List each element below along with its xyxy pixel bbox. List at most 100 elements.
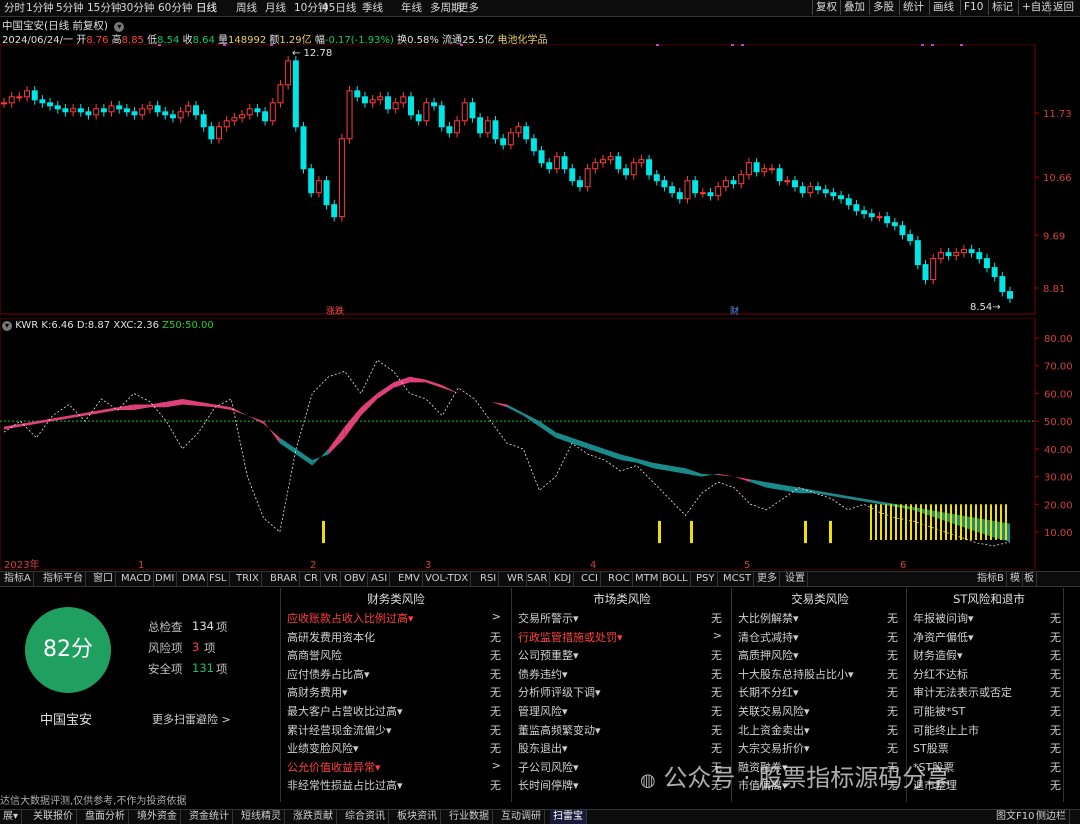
indicator-tab-24[interactable]: MCST xyxy=(721,572,755,586)
risk-item[interactable]: 交易所警示▾ xyxy=(518,610,579,626)
kwr-indicator-chart[interactable]: 80.00 70.00 60.00 50.00 40.00 30.00 20.00 10.00… xyxy=(0,318,1080,570)
indicator-tab-25[interactable]: 更多 xyxy=(755,572,780,586)
period-tab-0[interactable]: 分时 xyxy=(4,1,25,15)
period-tab-1[interactable]: 1分钟 xyxy=(26,1,54,15)
indicator-tab-right-2[interactable]: 板 xyxy=(1022,572,1037,586)
indicator-tab-26[interactable]: 设置 xyxy=(783,572,808,586)
risk-item[interactable]: 高研发费用资本化 xyxy=(287,629,375,645)
period-tab-11[interactable]: 季线 xyxy=(362,1,383,15)
indicator-tab-18[interactable]: KDJ xyxy=(552,572,575,586)
risk-item[interactable]: 分红不达标 xyxy=(913,666,968,682)
risk-item[interactable]: 分析师评级下调▾ xyxy=(518,684,601,700)
indicator-tab-20[interactable]: ROC xyxy=(606,572,633,586)
risk-item[interactable]: 子公司风险▾ xyxy=(518,759,579,775)
indicator-tab-13[interactable]: EMV xyxy=(396,572,423,586)
bottom-tab-9[interactable]: 行业数据 xyxy=(446,810,493,824)
indicator-tab-right-0[interactable]: 指标B xyxy=(975,572,1007,586)
risk-item[interactable]: 审计无法表示或否定 xyxy=(913,684,1012,700)
indicator-tab-12[interactable]: ASI xyxy=(369,572,391,586)
risk-item[interactable]: 高质押风险▾ xyxy=(738,647,799,663)
indicator-tab-2[interactable]: 窗口 xyxy=(91,572,116,586)
indicator-tab-1[interactable]: 指标平台 xyxy=(41,572,86,586)
bottom-tab-3[interactable]: 境外资金 xyxy=(134,810,181,824)
risk-item[interactable]: 董监高频繁变动▾ xyxy=(518,722,601,738)
risk-item[interactable]: 管理风险▾ xyxy=(518,703,568,719)
risk-item[interactable]: 长期不分红▾ xyxy=(738,684,799,700)
candlestick-chart[interactable]: 11.7310.669.698.81← 12.788.54→涨跌财◇ xyxy=(0,44,1080,318)
indicator-tab-7[interactable]: TRIX xyxy=(234,572,262,586)
risk-item[interactable]: ST股票 xyxy=(913,740,949,756)
indicator-tab-10[interactable]: VR xyxy=(322,572,341,586)
indicator-tab-11[interactable]: OBV xyxy=(342,572,369,586)
toolbar-right-3[interactable]: 统计 xyxy=(899,0,927,15)
indicator-tab-3[interactable]: MACD xyxy=(119,572,154,586)
indicator-tab-16[interactable]: WR xyxy=(505,572,527,586)
toolbar-right-8[interactable]: 返回 xyxy=(1049,0,1077,15)
risk-item[interactable]: 公允价值收益异常▾ xyxy=(287,759,381,775)
toolbar-right-2[interactable]: 多股 xyxy=(869,0,897,15)
risk-item[interactable]: 可能被*ST xyxy=(913,703,965,719)
risk-item[interactable]: 业绩变脸风险▾ xyxy=(287,740,359,756)
toolbar-right-4[interactable]: 画线 xyxy=(929,0,957,15)
indicator-tab-right-1[interactable]: 模 xyxy=(1008,572,1023,586)
risk-item[interactable]: 北上资金卖出▾ xyxy=(738,722,810,738)
risk-item[interactable]: 累计经营现金流偏少▾ xyxy=(287,722,392,738)
period-tab-2[interactable]: 5分钟 xyxy=(56,1,84,15)
period-tab-12[interactable]: 年线 xyxy=(401,1,422,15)
risk-item[interactable]: 年报被问询▾ xyxy=(913,610,974,626)
risk-item[interactable]: 股东退出▾ xyxy=(518,740,568,756)
period-tab-14[interactable]: 更多 xyxy=(458,1,479,15)
bottom-right-0[interactable]: 图文F10 xyxy=(993,810,1039,824)
risk-item[interactable]: 债券违约▾ xyxy=(518,666,568,682)
indicator-tab-23[interactable]: PSY xyxy=(694,572,718,586)
indicator-tab-17[interactable]: SAR xyxy=(525,572,551,586)
risk-item[interactable]: 高商誉风险 xyxy=(287,647,342,663)
bottom-tab-1[interactable]: 关联报价 xyxy=(30,810,77,824)
indicator-tab-9[interactable]: CR xyxy=(302,572,321,586)
bottom-tab-7[interactable]: 综合资讯 xyxy=(342,810,389,824)
risk-item[interactable]: 应付债券占比高▾ xyxy=(287,666,370,682)
indicator-tab-8[interactable]: BRAR xyxy=(268,572,301,586)
period-tab-13[interactable]: 多周期 xyxy=(430,1,462,15)
risk-item[interactable]: 行政监管措施或处罚▾ xyxy=(518,629,623,645)
indicator-tab-15[interactable]: RSI xyxy=(478,572,500,586)
risk-item[interactable]: 清仓式减持▾ xyxy=(738,629,799,645)
bottom-tab-10[interactable]: 互动调研 xyxy=(498,810,545,824)
risk-item[interactable]: 大比例解禁▾ xyxy=(738,610,799,626)
period-tab-10[interactable]: 45日线 xyxy=(322,1,356,15)
toolbar-right-0[interactable]: 复权 xyxy=(812,0,840,15)
risk-item[interactable]: 非经常性损益占比过高▾ xyxy=(287,777,403,793)
risk-item[interactable]: 可能终止上市 xyxy=(913,722,979,738)
bottom-right-1[interactable]: 侧边栏 xyxy=(1033,810,1070,824)
indicator-tab-6[interactable]: FSL xyxy=(207,572,230,586)
risk-item[interactable]: 大宗交易折价▾ xyxy=(738,740,810,756)
bottom-tab-0[interactable]: 展▾ xyxy=(0,810,23,824)
risk-item[interactable]: 十大股东总持股占比小▾ xyxy=(738,666,854,682)
indicator-tab-4[interactable]: DMI xyxy=(153,572,178,586)
period-tab-7[interactable]: 周线 xyxy=(236,1,257,15)
bottom-tab-6[interactable]: 涨跌贡献 xyxy=(290,810,337,824)
indicator-tab-22[interactable]: BOLL xyxy=(660,572,691,586)
period-tab-3[interactable]: 15分钟 xyxy=(87,1,121,15)
chevron-down-icon[interactable]: ▾ xyxy=(2,321,12,331)
bottom-tab-4[interactable]: 资金统计 xyxy=(186,810,233,824)
period-tab-4[interactable]: 30分钟 xyxy=(120,1,154,15)
indicator-tab-21[interactable]: MTM xyxy=(633,572,662,586)
period-tab-6[interactable]: 日线 xyxy=(196,1,217,15)
risk-item[interactable]: 关联交易风险▾ xyxy=(738,703,810,719)
risk-item[interactable]: 财务造假▾ xyxy=(913,647,963,663)
period-tab-5[interactable]: 60分钟 xyxy=(158,1,192,15)
indicator-tab-14[interactable]: VOL-TDX xyxy=(423,572,472,586)
risk-item[interactable]: 应收账款占收入比例过高▾ xyxy=(287,610,414,626)
risk-item[interactable]: 长时间停牌▾ xyxy=(518,777,579,793)
indicator-tab-5[interactable]: DMA xyxy=(180,572,209,586)
event-marker[interactable]: 涨跌 xyxy=(326,306,344,317)
bottom-tab-11[interactable]: 扫雷宝 xyxy=(550,810,587,824)
toolbar-right-6[interactable]: 标记 xyxy=(988,0,1016,15)
risk-item[interactable]: 净资产偏低▾ xyxy=(913,629,974,645)
event-marker[interactable]: 财 xyxy=(730,305,739,317)
risk-item[interactable]: 公司预重整▾ xyxy=(518,647,579,663)
risk-item[interactable]: 高财务费用▾ xyxy=(287,684,348,700)
bottom-tab-2[interactable]: 盘面分析 xyxy=(82,810,129,824)
indicator-tab-0[interactable]: 指标A xyxy=(2,572,34,586)
